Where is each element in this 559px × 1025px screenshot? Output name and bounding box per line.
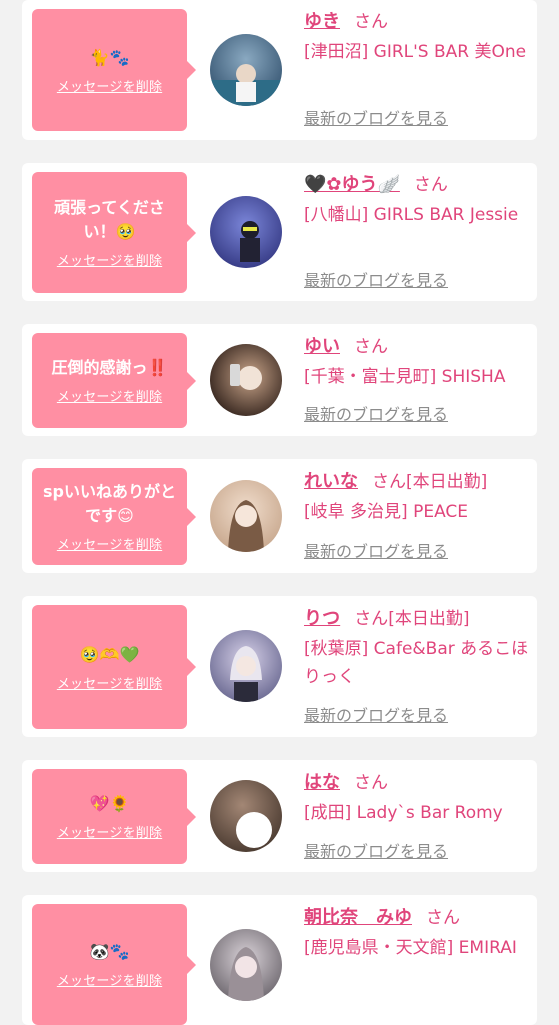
message-text: spいいねありがとです😊: [43, 482, 176, 525]
status-label: [本日出勤]: [406, 472, 488, 492]
avatar[interactable]: [210, 344, 282, 416]
delete-message-link[interactable]: メッセージを削除: [57, 534, 162, 553]
message-text: 💖🌻: [89, 794, 130, 813]
cast-name-link[interactable]: れいな: [304, 471, 358, 492]
avatar[interactable]: [210, 929, 282, 1001]
cast-name-link[interactable]: 朝比奈 みゆ: [304, 907, 412, 928]
honorific: さん: [372, 472, 406, 492]
cast-name-link[interactable]: りつ: [304, 608, 340, 629]
latest-blog-link[interactable]: 最新のブログを見る: [304, 702, 448, 726]
message-card: 🐼🐾 メッセージを削除 朝比奈 みゆ さん [鹿児島県・天文館] EMIRAI: [22, 895, 537, 1025]
cast-name-link[interactable]: はな: [304, 772, 340, 793]
cast-info: はな さん [成田] Lady`s Bar Romy 最新のブログを見る: [304, 769, 529, 861]
honorific: さん: [354, 337, 388, 357]
cast-info: ゆい さん [千葉・富士見町] SHISHA 最新のブログを見る: [304, 333, 529, 424]
message-card: 💖🌻 メッセージを削除 はな さん [成田] Lady`s Bar Romy 最新…: [22, 760, 537, 872]
message-text: 🥹🫶💚: [79, 644, 140, 664]
message-bubble: 🐼🐾 メッセージを削除: [32, 904, 196, 1025]
message-text: 頑張ってください！🥹: [54, 198, 165, 241]
honorific: さん: [354, 609, 389, 629]
avatar[interactable]: [210, 196, 282, 268]
avatar-image: [236, 812, 272, 848]
latest-blog-link[interactable]: 最新のブログを見る: [304, 538, 448, 562]
delete-message-link[interactable]: メッセージを削除: [57, 76, 162, 95]
latest-blog-link[interactable]: 最新のブログを見る: [304, 105, 448, 129]
avatar-image: [210, 64, 282, 106]
cast-name-link[interactable]: 🖤✿ゆう🪽: [304, 174, 400, 195]
delete-message-link[interactable]: メッセージを削除: [57, 970, 162, 989]
shop-name: [岐阜 多治見] PEACE: [304, 502, 469, 522]
shop-name: [千葉・富士見町] SHISHA: [304, 367, 506, 387]
cast-info: りつ さん[本日出勤] [秋葉原] Cafe&Bar あるこほりっく 最新のブログ…: [304, 605, 529, 725]
delete-message-link[interactable]: メッセージを削除: [57, 250, 162, 269]
message-card: 圧倒的感謝っ‼️ メッセージを削除 ゆい さん [千葉・富士見町] SHISHA …: [22, 324, 537, 436]
status-label: [本日出勤]: [388, 609, 470, 629]
cast-name-link[interactable]: ゆき: [304, 11, 340, 32]
shop-name: [津田沼] GIRL'S BAR 美One: [304, 42, 527, 62]
message-bubble: spいいねありがとです😊 メッセージを削除: [32, 468, 196, 565]
shop-name: [八幡山] GIRLS BAR Jessie: [304, 205, 519, 225]
message-bubble: 🥹🫶💚 メッセージを削除: [32, 605, 196, 729]
avatar[interactable]: [210, 34, 282, 106]
avatar[interactable]: [210, 780, 282, 852]
cast-info: 朝比奈 みゆ さん [鹿児島県・天文館] EMIRAI: [304, 904, 529, 962]
honorific: さん: [426, 908, 460, 928]
avatar-image: [230, 364, 262, 390]
shop-name: [成田] Lady`s Bar Romy: [304, 803, 503, 823]
avatar-image: [230, 646, 262, 702]
message-text: 🐈🐾: [89, 47, 130, 67]
shop-name: [秋葉原] Cafe&Bar あるこほりっく: [304, 639, 529, 687]
avatar-image: [240, 221, 260, 262]
message-text: 圧倒的感謝っ‼️: [51, 358, 168, 377]
cast-name-link[interactable]: ゆい: [304, 336, 340, 357]
avatar-image: [228, 947, 264, 1001]
message-text: 🐼🐾: [89, 942, 130, 961]
latest-blog-link[interactable]: 最新のブログを見る: [304, 838, 448, 862]
avatar-image: [228, 500, 264, 552]
message-bubble: 頑張ってください！🥹 メッセージを削除: [32, 172, 196, 293]
avatar[interactable]: [210, 630, 282, 702]
latest-blog-link[interactable]: 最新のブログを見る: [304, 267, 448, 291]
delete-message-link[interactable]: メッセージを削除: [57, 822, 162, 841]
honorific: さん: [354, 773, 388, 793]
delete-message-link[interactable]: メッセージを削除: [57, 673, 162, 692]
message-card: 頑張ってください！🥹 メッセージを削除 🖤✿ゆう🪽 さん [八幡山] GIRLS …: [22, 163, 537, 301]
avatar[interactable]: [210, 480, 282, 552]
honorific: さん: [413, 175, 448, 195]
message-bubble: 🐈🐾 メッセージを削除: [32, 9, 196, 131]
message-list: 🐈🐾 メッセージを削除 ゆき さん [津田沼] GIRL'S BAR 美One 最…: [0, 0, 559, 1025]
cast-info: ゆき さん [津田沼] GIRL'S BAR 美One 最新のブログを見る: [304, 8, 529, 128]
delete-message-link[interactable]: メッセージを削除: [57, 386, 162, 405]
latest-blog-link[interactable]: 最新のブログを見る: [304, 401, 448, 425]
message-card: 🥹🫶💚 メッセージを削除 りつ さん[本日出勤] [秋葉原] Cafe&Bar あ…: [22, 596, 537, 737]
cast-info: 🖤✿ゆう🪽 さん [八幡山] GIRLS BAR Jessie 最新のブログを見る: [304, 171, 529, 290]
message-bubble: 💖🌻 メッセージを削除: [32, 769, 196, 864]
honorific: さん: [354, 12, 388, 32]
message-bubble: 圧倒的感謝っ‼️ メッセージを削除: [32, 333, 196, 428]
cast-info: れいな さん[本日出勤] [岐阜 多治見] PEACE 最新のブログを見る: [304, 468, 529, 561]
shop-name: [鹿児島県・天文館] EMIRAI: [304, 938, 517, 958]
message-card: spいいねありがとです😊 メッセージを削除 れいな さん[本日出勤] [岐阜 多治…: [22, 459, 537, 573]
message-card: 🐈🐾 メッセージを削除 ゆき さん [津田沼] GIRL'S BAR 美One 最…: [22, 0, 537, 140]
